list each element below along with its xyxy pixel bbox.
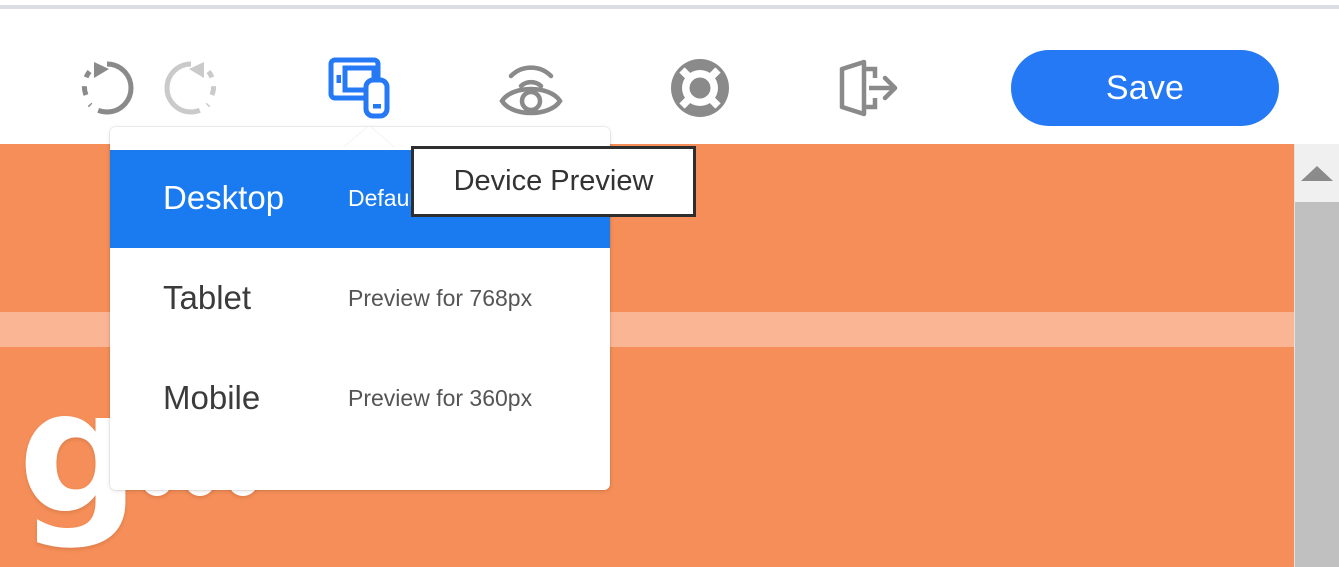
- undo-icon: [76, 57, 138, 119]
- menu-item-title: Mobile: [163, 379, 261, 416]
- menu-item-title: Tablet: [163, 279, 252, 316]
- live-preview-button[interactable]: [488, 45, 574, 131]
- device-preview-button[interactable]: [318, 45, 404, 131]
- device-preview-tooltip: Device Preview: [411, 146, 696, 217]
- app-root: Save g Desktop Default view Tablet Previ…: [0, 0, 1339, 567]
- menu-caret-icon: [343, 127, 395, 148]
- vertical-scrollbar[interactable]: [1294, 144, 1339, 567]
- help-button[interactable]: [657, 45, 743, 131]
- device-preview-icon: [328, 56, 394, 120]
- menu-item-mobile[interactable]: Mobile Preview for 360px: [110, 348, 610, 448]
- eye-preview-icon: [498, 57, 564, 119]
- redo-button[interactable]: [148, 45, 234, 131]
- menu-item-description: Preview for 768px: [348, 284, 533, 311]
- exit-door-icon: [837, 56, 901, 120]
- editor-toolbar: Save: [0, 9, 1339, 144]
- lifebuoy-icon: [668, 56, 732, 120]
- exit-button[interactable]: [826, 45, 912, 131]
- undo-button[interactable]: [64, 45, 150, 131]
- menu-item-title: Desktop: [163, 179, 285, 216]
- menu-item-tablet[interactable]: Tablet Preview for 768px: [110, 248, 610, 348]
- scroll-up-arrow-icon[interactable]: [1295, 144, 1339, 202]
- menu-item-description: Preview for 360px: [348, 384, 533, 411]
- scrollbar-thumb[interactable]: [1295, 202, 1339, 567]
- save-button[interactable]: Save: [1011, 50, 1279, 126]
- redo-icon: [160, 57, 222, 119]
